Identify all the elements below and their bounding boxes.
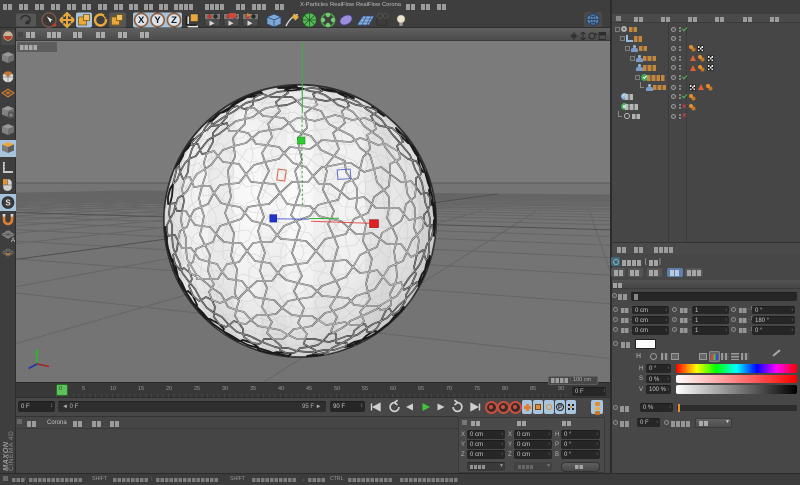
svg-text:X: X	[138, 15, 145, 26]
svg-text:S: S	[5, 199, 11, 208]
svg-text:Z: Z	[171, 15, 177, 26]
svg-text:Y: Y	[154, 15, 161, 26]
svg-text:A: A	[11, 238, 15, 244]
